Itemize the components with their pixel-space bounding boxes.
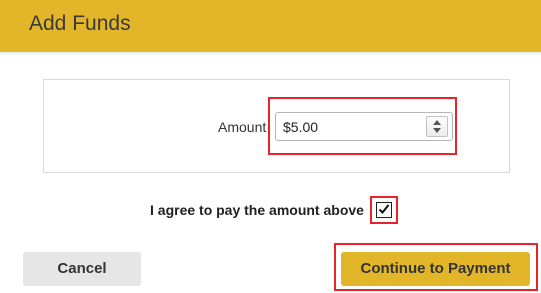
cancel-button[interactable]: Cancel [23, 252, 141, 286]
header-divider [0, 52, 541, 56]
amount-highlight-box [268, 97, 457, 155]
agree-label: I agree to pay the amount above [150, 202, 364, 218]
amount-label: Amount [218, 119, 267, 135]
add-funds-dialog: Add Funds Amount $5.00 I agree to pay th… [0, 0, 541, 293]
agree-highlight-box [370, 196, 398, 224]
dialog-header: Add Funds [0, 0, 541, 52]
dialog-title: Add Funds [29, 12, 131, 35]
continue-highlight-box [334, 243, 538, 291]
